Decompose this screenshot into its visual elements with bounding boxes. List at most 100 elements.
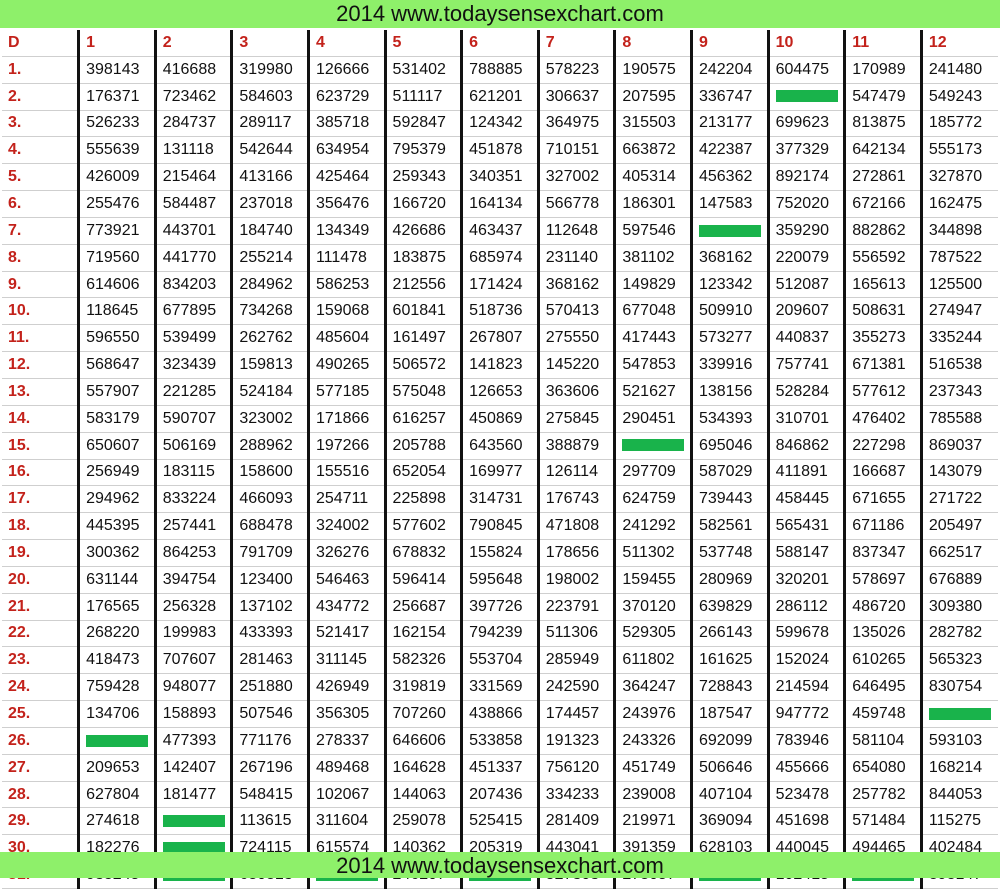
value-cell: 212556 [385, 271, 464, 299]
value-cell: 584487 [155, 190, 234, 218]
value-cell: 734268 [231, 297, 310, 326]
value-cell: 578697 [844, 566, 923, 594]
value-cell: 334233 [538, 781, 617, 809]
value-cell: 282782 [921, 620, 998, 648]
value-cell: 213177 [691, 110, 770, 138]
value-cell: 646495 [844, 673, 923, 702]
value-cell: 381102 [614, 244, 693, 272]
value-cell: 685974 [461, 244, 540, 272]
value-cell: 181477 [155, 781, 234, 809]
value-cell: 451337 [461, 754, 540, 782]
table-row: 21. 176565 256328 137102 434772 256687 397726 2… [2, 593, 998, 621]
value-cell: 759428 [78, 673, 157, 702]
header-month-5: 5 [385, 30, 464, 57]
value-cell: 795379 [385, 136, 464, 165]
value-cell: 274947 [921, 297, 998, 326]
value-cell: 255214 [231, 244, 310, 272]
value-cell: 254711 [308, 485, 387, 514]
value-cell: 131118 [155, 136, 234, 165]
value-cell: 256687 [385, 593, 464, 621]
value-cell: 584603 [231, 83, 310, 111]
value-cell: 486720 [844, 593, 923, 621]
value-cell: 426009 [78, 163, 157, 192]
value-cell: 169977 [461, 459, 540, 487]
site-title-banner: 2014 www.todaysensexchart.com [0, 0, 1000, 28]
value-cell: 593103 [921, 727, 998, 755]
value-cell: 281463 [231, 646, 310, 675]
value-cell: 783946 [768, 727, 847, 755]
value-cell: 219971 [614, 807, 693, 836]
value-cell: 284737 [155, 110, 234, 138]
value-cell: 577185 [308, 378, 387, 406]
value-cell: 256328 [155, 593, 234, 621]
value-cell: 309380 [921, 593, 998, 621]
table-row: 25. 134706 158893 507546 356305 707260 438866 1… [2, 700, 998, 728]
table-row: 12. 568647 323439 159813 490265 506572 141823 1… [2, 351, 998, 379]
day-label: 17. [2, 485, 81, 514]
table-row: 3. 526233 284737 289117 385718 592847 124342 36… [2, 110, 998, 138]
value-cell: 323439 [155, 351, 234, 379]
table-row: 2. 176371 723462 584603 623729 511117 621201 30… [2, 83, 998, 111]
value-cell: 123342 [691, 271, 770, 299]
value-cell: 533858 [461, 727, 540, 755]
day-label: 2. [2, 83, 81, 111]
value-cell: 587029 [691, 459, 770, 487]
sensex-chart-table: D 1 2 3 4 5 6 7 8 9 10 11 12 1. 398143 416688 319980 1266… [2, 30, 998, 889]
value-cell: 441770 [155, 244, 234, 272]
value-cell: 243326 [614, 727, 693, 755]
value-cell: 397726 [461, 593, 540, 621]
value-cell: 642134 [844, 136, 923, 165]
value-cell: 145220 [538, 351, 617, 379]
value-cell: 335244 [921, 324, 998, 353]
value-cell: 158600 [231, 459, 310, 487]
value-cell: 134706 [78, 700, 157, 728]
value-cell: 837347 [844, 539, 923, 567]
redaction-mark [86, 734, 149, 747]
value-cell [155, 807, 234, 836]
value-cell: 695046 [691, 432, 770, 460]
value-cell: 257782 [844, 781, 923, 809]
value-cell: 458445 [768, 485, 847, 514]
value-cell: 516538 [921, 351, 998, 379]
header-row: D 1 2 3 4 5 6 7 8 9 10 11 12 [2, 30, 998, 57]
value-cell: 274618 [78, 807, 157, 836]
value-cell: 284962 [231, 271, 310, 299]
value-cell: 205788 [385, 432, 464, 460]
value-cell: 639829 [691, 593, 770, 621]
value-cell: 570413 [538, 297, 617, 326]
value-cell: 565323 [921, 646, 998, 675]
value-cell: 566778 [538, 190, 617, 218]
value-cell: 531402 [385, 56, 464, 84]
table-row: 29. 274618 113615 311604 259078 525415 281409 2… [2, 807, 998, 836]
value-cell: 623729 [308, 83, 387, 111]
value-cell: 183115 [155, 459, 234, 487]
value-cell: 356305 [308, 700, 387, 728]
value-cell: 578223 [538, 56, 617, 84]
value-cell: 143079 [921, 459, 998, 487]
value-cell: 231140 [538, 244, 617, 272]
value-cell [921, 700, 998, 728]
value-cell: 426686 [385, 217, 464, 245]
value-cell: 771176 [231, 727, 310, 755]
value-cell: 272861 [844, 163, 923, 192]
value-cell: 336747 [691, 83, 770, 111]
value-cell: 882862 [844, 217, 923, 245]
value-cell: 161497 [385, 324, 464, 353]
value-cell: 549243 [921, 83, 998, 111]
value-cell: 241292 [614, 512, 693, 541]
value-cell: 118645 [78, 297, 157, 326]
day-label: 6. [2, 190, 81, 218]
value-cell: 506572 [385, 351, 464, 379]
value-cell: 451698 [768, 807, 847, 836]
value-cell: 278337 [308, 727, 387, 755]
value-cell: 509910 [691, 297, 770, 326]
day-label: 22. [2, 620, 81, 648]
value-cell: 359290 [768, 217, 847, 245]
value-cell: 455666 [768, 754, 847, 782]
value-cell: 205497 [921, 512, 998, 541]
value-cell: 739443 [691, 485, 770, 514]
table-row: 17. 294962 833224 466093 254711 225898 314731 1… [2, 485, 998, 514]
table-row: 28. 627804 181477 548415 102067 144063 207436 3… [2, 781, 998, 809]
value-cell: 281409 [538, 807, 617, 836]
value-cell: 176743 [538, 485, 617, 514]
